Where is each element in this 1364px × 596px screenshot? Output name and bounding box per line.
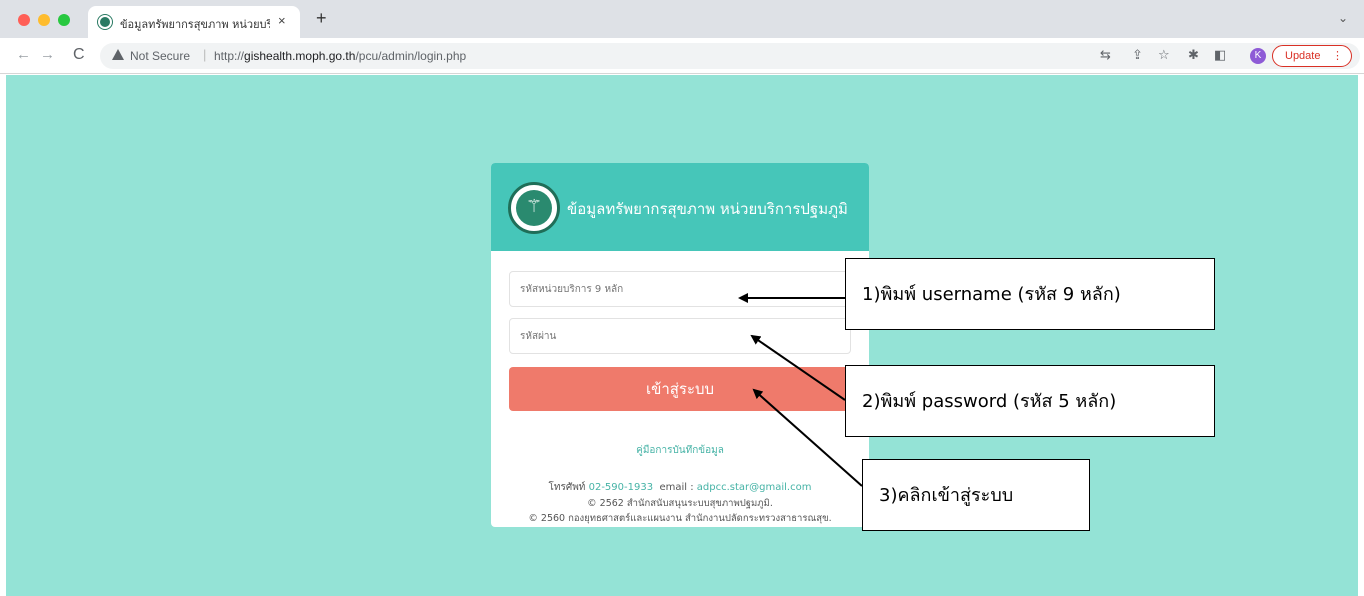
ministry-logo-icon: ⚚	[508, 182, 560, 234]
new-tab-button[interactable]: +	[316, 9, 327, 27]
window-close-button[interactable]	[18, 14, 30, 26]
copyright-line-2: © 2560 กองยุทธศาสตร์และแผนงาน สำนักงานปล…	[528, 513, 832, 524]
login-title: ข้อมูลทรัพยากรสุขภาพ หน่วยบริการปฐมภูมิ	[567, 200, 848, 218]
contact-line: โทรศัพท์ 02-590-1933 email : adpcc.star@…	[491, 480, 869, 495]
manual-link[interactable]: คู่มือการบันทึกข้อมูล	[491, 443, 869, 458]
url-separator: |	[203, 47, 207, 62]
email-link[interactable]: adpcc.star@gmail.com	[697, 482, 812, 493]
callout-step-3: 3)คลิกเข้าสู่ระบบ	[862, 459, 1090, 531]
tab-close-icon[interactable]: ×	[278, 13, 286, 28]
username-input[interactable]	[509, 271, 851, 307]
url-text[interactable]: http://gishealth.moph.go.th/pcu/admin/lo…	[214, 49, 466, 63]
phone-link[interactable]: 02-590-1933	[589, 482, 653, 493]
menu-kebab-icon[interactable]: ⋮	[1332, 46, 1343, 66]
share-icon[interactable]: ⇪	[1132, 47, 1143, 63]
tab-search-chevron-icon[interactable]: ⌄	[1338, 11, 1348, 25]
browser-toolbar: ← → C Not Secure | http://gishealth.moph…	[0, 38, 1364, 74]
extensions-icon[interactable]: ✱	[1188, 47, 1199, 63]
address-bar[interactable]: Not Secure | http://gishealth.moph.go.th…	[100, 43, 1360, 69]
browser-tab[interactable]: ข้อมูลทรัพยากรสุขภาพ หน่วยบริการ ×	[88, 6, 300, 38]
browser-tab-bar: ข้อมูลทรัพยากรสุขภาพ หน่วยบริการ × + ⌄	[0, 0, 1364, 38]
reload-button[interactable]: C	[73, 47, 85, 63]
password-input[interactable]	[509, 318, 851, 354]
page-background: ⚚ ข้อมูลทรัพยากรสุขภาพ หน่วยบริการปฐมภูม…	[6, 75, 1358, 596]
site-favicon-icon	[98, 15, 112, 29]
profile-avatar[interactable]: K	[1250, 48, 1266, 64]
forward-button[interactable]: →	[40, 47, 55, 63]
side-panel-icon[interactable]: ◧	[1214, 47, 1226, 63]
email-label: email :	[659, 482, 694, 493]
callout-step-2: 2)พิมพ์ password (รหัส 5 หลัก)	[845, 365, 1215, 437]
security-label[interactable]: Not Secure	[130, 49, 190, 63]
phone-label: โทรศัพท์	[548, 482, 586, 493]
translate-icon[interactable]: ⇆	[1100, 47, 1111, 63]
back-button[interactable]: ←	[16, 47, 31, 63]
update-button[interactable]: Update ⋮	[1272, 45, 1352, 67]
login-button[interactable]: เข้าสู่ระบบ	[509, 367, 851, 411]
window-minimize-button[interactable]	[38, 14, 50, 26]
tab-title: ข้อมูลทรัพยากรสุขภาพ หน่วยบริการ	[120, 18, 270, 31]
copyright-line-1: © 2562 สำนักสนับสนุนระบบสุขภาพปฐมภูมิ.	[587, 498, 773, 509]
login-header: ⚚ ข้อมูลทรัพยากรสุขภาพ หน่วยบริการปฐมภูม…	[491, 163, 869, 251]
window-maximize-button[interactable]	[58, 14, 70, 26]
bookmark-star-icon[interactable]: ☆	[1158, 47, 1170, 63]
warning-icon[interactable]	[112, 49, 124, 60]
callout-step-1: 1)พิมพ์ username (รหัส 9 หลัก)	[845, 258, 1215, 330]
login-card: ⚚ ข้อมูลทรัพยากรสุขภาพ หน่วยบริการปฐมภูม…	[491, 163, 869, 527]
